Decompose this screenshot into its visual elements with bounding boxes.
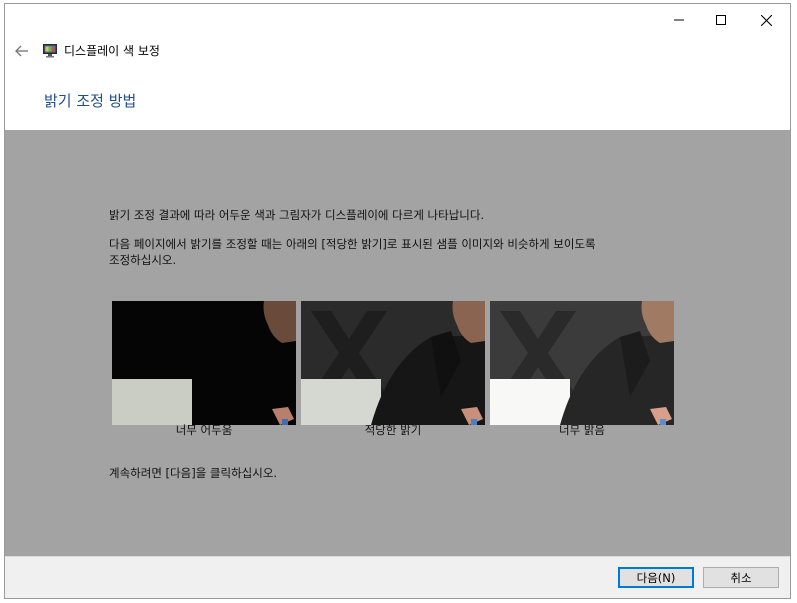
sample-image-appropriate <box>301 301 485 439</box>
continue-instruction: 계속하려면 [다음]을 클릭하십시오. <box>109 466 278 480</box>
description-text: 밝기 조정 결과에 따라 어두운 색과 그림자가 디스플레이에 다르게 나타납니… <box>109 208 485 222</box>
sample-image-too-bright <box>490 301 674 439</box>
back-button[interactable] <box>11 40 33 62</box>
next-button[interactable]: 다음(N) <box>618 567 694 588</box>
close-icon <box>760 14 772 26</box>
sample-label-appropriate: 적당한 밝기 <box>364 423 422 437</box>
content-area: 밝기 조정 결과에 따라 어두운 색과 그림자가 디스플레이에 다르게 나타납니… <box>5 130 790 556</box>
page-title: 밝기 조정 방법 <box>44 92 137 110</box>
navigation-bar: 디스플레이 색 보정 <box>5 36 790 66</box>
sample-label-too-bright: 너무 밝음 <box>559 423 605 437</box>
minimize-button[interactable] <box>656 4 702 36</box>
maximize-icon <box>716 15 726 25</box>
cancel-button[interactable]: 취소 <box>703 567 779 588</box>
instruction-text-line1: 다음 페이지에서 밝기를 조정할 때는 아래의 [적당한 밝기]로 표시된 샘플… <box>109 237 596 251</box>
close-button[interactable] <box>743 4 789 36</box>
sample-image-too-dark <box>112 301 296 439</box>
sample-label-too-dark: 너무 어두움 <box>175 423 233 437</box>
footer-bar: 다음(N) 취소 <box>5 556 790 598</box>
instruction-text-line2: 조정하십시오. <box>109 253 177 267</box>
back-arrow-icon <box>15 45 28 57</box>
display-color-calibration-icon <box>43 44 57 58</box>
window-title: 디스플레이 색 보정 <box>64 44 160 58</box>
maximize-button[interactable] <box>698 4 744 36</box>
minimize-icon <box>674 19 684 21</box>
calibration-window: 디스플레이 색 보정 밝기 조정 방법 밝기 조정 결과에 따라 어두운 색과 … <box>4 3 791 599</box>
